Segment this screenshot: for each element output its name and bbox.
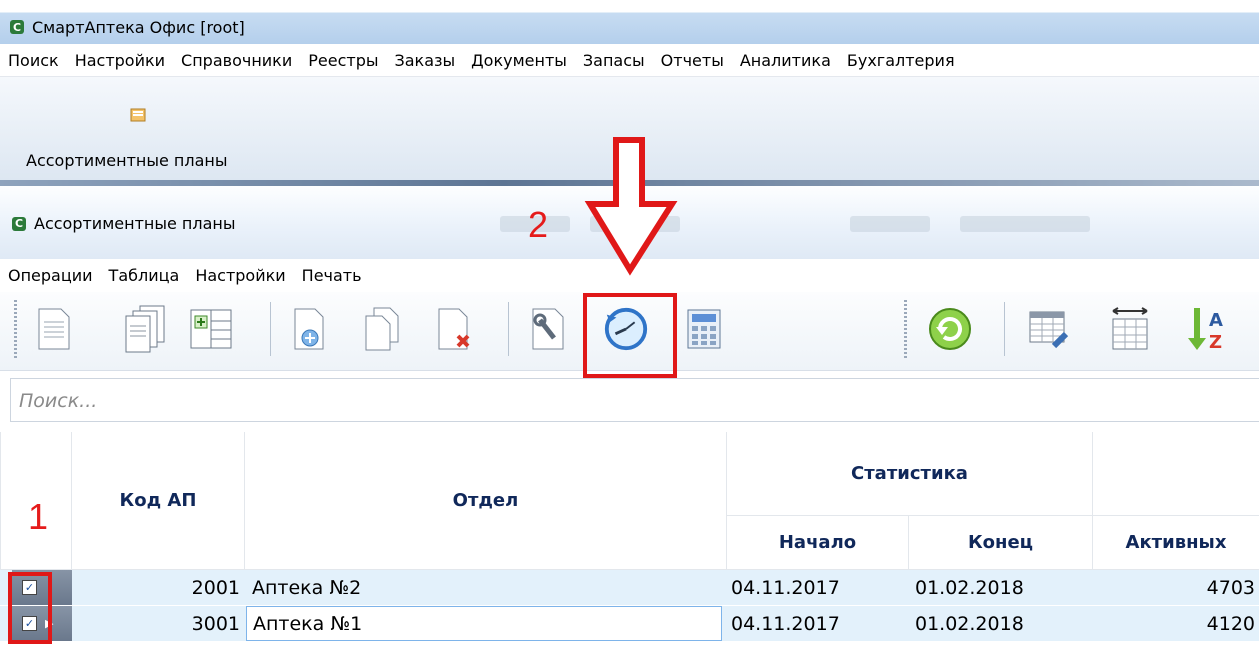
calculator-icon[interactable]	[680, 300, 728, 358]
main-menu-bar: Поиск Настройки Справочники Реестры Зака…	[0, 44, 1259, 77]
column-header-active[interactable]: Активных	[1093, 516, 1259, 570]
settings-wrench-icon[interactable]	[526, 300, 574, 358]
cell-department[interactable]: Аптека №1	[246, 606, 722, 641]
sort-az-icon[interactable]: AZ	[1184, 300, 1232, 358]
menu-window-settings[interactable]: Настройки	[195, 266, 293, 285]
column-group-statistics: Статистика	[727, 432, 1093, 516]
cell-active: 4120	[1206, 612, 1255, 635]
cell-end: 01.02.2018	[915, 612, 1024, 635]
menu-directories[interactable]: Справочники	[181, 51, 300, 70]
cell-department: Аптека №2	[252, 576, 362, 599]
column-header-start[interactable]: Начало	[727, 516, 909, 570]
search-bar	[10, 378, 1259, 423]
app-title: СмартАптека Офис [root]	[32, 17, 245, 37]
annotation-marker-2: 2	[528, 204, 549, 245]
cell-start: 04.11.2017	[731, 576, 840, 599]
menu-reports[interactable]: Отчеты	[661, 51, 732, 70]
annotation-marker-1: 1	[28, 496, 49, 537]
menu-registers[interactable]: Реестры	[308, 51, 386, 70]
app-logo-icon: C	[10, 20, 24, 34]
menu-settings[interactable]: Настройки	[75, 51, 173, 70]
menu-documents[interactable]: Документы	[471, 51, 575, 70]
annotation-highlight-history-button	[583, 293, 677, 378]
ghost-control	[960, 216, 1090, 232]
column-header-end[interactable]: Конец	[909, 516, 1093, 570]
menu-orders[interactable]: Заказы	[394, 51, 463, 70]
annotation-highlight-checkboxes	[8, 572, 52, 644]
cell-active: 4703	[1206, 576, 1255, 599]
menu-stock[interactable]: Запасы	[583, 51, 653, 70]
svg-text:A: A	[1209, 310, 1223, 331]
column-header-code[interactable]: Код АП	[72, 432, 245, 570]
cell-code: 3001	[191, 612, 240, 635]
folder-icon	[130, 107, 148, 123]
svg-text:Z: Z	[1209, 332, 1222, 353]
table-settings-icon[interactable]	[1026, 300, 1074, 358]
refresh-icon[interactable]	[926, 300, 974, 358]
data-grid: Код АП Отдел Статистика Начало Конец Акт…	[0, 432, 1259, 659]
copy-file-icon[interactable]	[358, 300, 406, 358]
annotation-arrow-icon	[584, 137, 678, 276]
copy-documents-icon[interactable]	[124, 300, 172, 358]
app-caption: C СмартАптека Офис [root]	[10, 12, 245, 42]
menu-table[interactable]: Таблица	[109, 266, 188, 285]
ribbon-button-label: Ассортиментные планы	[26, 151, 228, 170]
ghost-control	[850, 216, 930, 232]
table-row[interactable]: ✓ 2001 Аптека №2 04.11.2017 01.02.2018 4…	[0, 570, 1259, 605]
toolbar-grip[interactable]	[14, 300, 17, 358]
column-group-blank	[1093, 432, 1259, 516]
window-title: Ассортиментные планы	[34, 214, 236, 233]
toolbar-separator	[508, 302, 509, 356]
cell-code: 2001	[191, 576, 240, 599]
toolbar-separator	[270, 302, 271, 356]
column-header-department[interactable]: Отдел	[245, 432, 727, 570]
toolbar-separator	[1004, 302, 1005, 356]
menu-accounting[interactable]: Бухгалтерия	[847, 51, 963, 70]
menu-analytics[interactable]: Аналитика	[740, 51, 839, 70]
cell-start: 04.11.2017	[731, 612, 840, 635]
cell-end: 01.02.2018	[915, 576, 1024, 599]
app-title-bar: C СмартАптека Офис [root]	[0, 0, 1259, 44]
window-caption: C Ассортиментные планы	[12, 214, 236, 233]
search-input[interactable]	[11, 379, 1259, 423]
column-width-icon[interactable]	[1106, 300, 1154, 358]
table-row[interactable]: ✓ ▶ 3001 Аптека №1 04.11.2017 01.02.2018 …	[0, 606, 1259, 641]
new-file-add-icon[interactable]	[286, 300, 334, 358]
delete-file-icon[interactable]	[432, 300, 480, 358]
menu-search[interactable]: Поиск	[8, 51, 67, 70]
add-column-icon[interactable]	[188, 300, 236, 358]
assortment-plans-ribbon-button[interactable]: Ассортиментные планы	[20, 107, 290, 170]
menu-print[interactable]: Печать	[302, 266, 370, 285]
window-logo-icon: C	[12, 216, 26, 231]
new-document-icon[interactable]	[30, 300, 78, 358]
toolbar-grip[interactable]	[904, 300, 907, 358]
menu-operations[interactable]: Операции	[8, 266, 101, 285]
